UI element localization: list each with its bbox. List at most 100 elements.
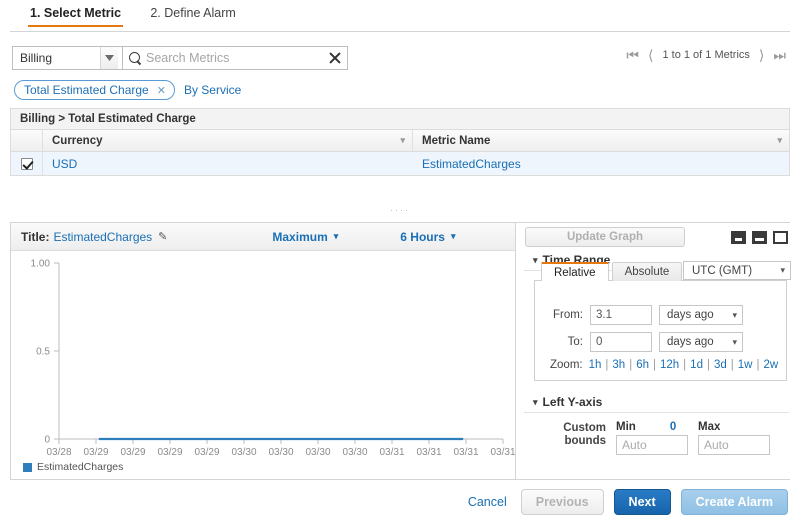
zoom-preset-6h[interactable]: 6h bbox=[636, 359, 649, 371]
first-page-icon[interactable]: ⏮ bbox=[626, 48, 639, 62]
svg-text:03/30: 03/30 bbox=[268, 447, 293, 458]
namespace-select[interactable]: Billing bbox=[12, 46, 122, 70]
left-y-axis-section-header[interactable]: ▾ Left Y-axis bbox=[524, 393, 790, 413]
to-input[interactable]: 0 bbox=[590, 332, 652, 352]
from-row: From: 3.1 days ago ▾ bbox=[543, 305, 778, 325]
table-row[interactable]: USD EstimatedCharges bbox=[10, 152, 790, 176]
min-bound-group: Min 0 Auto bbox=[616, 421, 688, 455]
timezone-select[interactable]: UTC (GMT) ▾ bbox=[683, 261, 791, 280]
zoom-separator: | bbox=[605, 359, 609, 371]
to-unit-select[interactable]: days ago ▾ bbox=[659, 332, 743, 352]
sort-arrow-icon[interactable]: ▾ bbox=[777, 135, 782, 146]
cell-currency[interactable]: USD bbox=[43, 157, 413, 171]
custom-bounds-row: Custom bounds Min 0 Auto Max Auto bbox=[516, 413, 797, 455]
layout-bottom-icon[interactable] bbox=[731, 230, 747, 244]
custom-bounds-label-line2: bounds bbox=[564, 435, 606, 447]
period-dropdown[interactable]: 6 Hours ▾ bbox=[400, 230, 455, 244]
zoom-preset-3h[interactable]: 3h bbox=[612, 359, 625, 371]
zoom-preset-12h[interactable]: 12h bbox=[660, 359, 679, 371]
prev-page-icon[interactable]: ⟨ bbox=[648, 48, 653, 62]
search-input-wrapper[interactable]: Search Metrics bbox=[122, 46, 348, 70]
custom-bounds-label: Custom bounds bbox=[550, 421, 606, 448]
pencil-icon[interactable]: ✎ bbox=[158, 230, 167, 243]
chevron-down-icon: ▾ bbox=[732, 309, 737, 320]
from-unit-select[interactable]: days ago ▾ bbox=[659, 305, 743, 325]
zoom-separator: | bbox=[629, 359, 633, 371]
svg-text:03/29: 03/29 bbox=[120, 447, 145, 458]
zoom-preset-2w[interactable]: 2w bbox=[763, 359, 778, 371]
drag-handle-icon: ···· bbox=[390, 205, 410, 215]
svg-text:03/31: 03/31 bbox=[453, 447, 478, 458]
search-icon bbox=[129, 51, 142, 65]
next-page-icon[interactable]: ⟩ bbox=[759, 48, 764, 62]
max-bound-header: Max bbox=[698, 421, 770, 433]
zoom-separator: | bbox=[652, 359, 656, 371]
breadcrumb: Billing > Total Estimated Charge bbox=[10, 108, 790, 130]
tab-relative[interactable]: Relative bbox=[541, 262, 609, 281]
panel-splitter[interactable]: ···· bbox=[10, 205, 790, 215]
chevron-down-icon: ▾ bbox=[533, 254, 538, 265]
layout-full-icon[interactable] bbox=[773, 230, 789, 244]
update-graph-button[interactable]: Update Graph bbox=[525, 227, 685, 247]
svg-text:03/30: 03/30 bbox=[305, 447, 330, 458]
previous-button[interactable]: Previous bbox=[520, 489, 604, 515]
zoom-separator: | bbox=[706, 359, 710, 371]
cancel-link[interactable]: Cancel bbox=[468, 495, 507, 509]
svg-text:03/29: 03/29 bbox=[157, 447, 182, 458]
cell-metric-name[interactable]: EstimatedCharges bbox=[413, 157, 789, 171]
chart-legend: EstimatedCharges bbox=[23, 461, 123, 473]
sort-arrow-icon[interactable]: ▾ bbox=[400, 135, 405, 146]
tab-select-metric[interactable]: 1. Select Metric bbox=[28, 0, 124, 27]
column-header-currency-label: Currency bbox=[52, 134, 103, 147]
chevron-down-icon: ▾ bbox=[333, 231, 339, 241]
from-input[interactable]: 3.1 bbox=[590, 305, 652, 325]
chart-title-value[interactable]: EstimatedCharges bbox=[53, 230, 152, 244]
min-bound-header: Min 0 bbox=[616, 421, 688, 433]
svg-text:03/30: 03/30 bbox=[342, 447, 367, 458]
min-bound-input[interactable]: Auto bbox=[616, 435, 688, 455]
zoom-separator: | bbox=[756, 359, 760, 371]
last-page-icon[interactable]: ⏭ bbox=[773, 48, 786, 62]
column-header-currency[interactable]: Currency ▾ bbox=[43, 130, 413, 151]
statistic-dropdown[interactable]: Maximum ▾ bbox=[272, 230, 338, 244]
legend-color-swatch bbox=[23, 462, 32, 472]
max-bound-input[interactable]: Auto bbox=[698, 435, 770, 455]
zoom-preset-3d[interactable]: 3d bbox=[714, 359, 727, 371]
pagination-label: 1 to 1 of 1 Metrics bbox=[662, 49, 750, 61]
svg-text:03/31: 03/31 bbox=[490, 447, 515, 458]
zoom-label: Zoom: bbox=[550, 359, 583, 371]
close-icon[interactable]: ✕ bbox=[157, 84, 166, 97]
layout-split-icon[interactable] bbox=[752, 230, 768, 244]
custom-bounds-label-line1: Custom bbox=[563, 422, 606, 434]
svg-text:1.00: 1.00 bbox=[31, 259, 51, 270]
update-graph-row: Update Graph bbox=[516, 223, 798, 251]
column-header-metric-name[interactable]: Metric Name ▾ bbox=[413, 130, 789, 151]
next-button[interactable]: Next bbox=[613, 489, 671, 515]
to-unit-value: days ago bbox=[667, 336, 714, 348]
to-row: To: 0 days ago ▾ bbox=[543, 332, 778, 352]
chevron-down-icon: ▾ bbox=[780, 265, 785, 275]
svg-text:03/29: 03/29 bbox=[194, 447, 219, 458]
chevron-down-icon bbox=[100, 47, 118, 69]
from-unit-value: days ago bbox=[667, 309, 714, 321]
zoom-preset-1w[interactable]: 1w bbox=[738, 359, 753, 371]
dimension-link-by-service[interactable]: By Service bbox=[184, 83, 241, 97]
time-range-box: Relative Absolute UTC (GMT) ▾ From: 3.1 … bbox=[534, 261, 791, 381]
estimated-charges-line-chart[interactable]: 1.00 0.5 003/28 03/29 03/29 03/29 03/29 03/30 03… bbox=[11, 251, 516, 480]
zoom-preset-1d[interactable]: 1d bbox=[690, 359, 703, 371]
min-label: Min bbox=[616, 421, 636, 433]
dimension-pill-total-estimated-charge[interactable]: Total Estimated Charge ✕ bbox=[14, 80, 175, 100]
svg-text:0: 0 bbox=[44, 435, 50, 446]
search-input[interactable]: Search Metrics bbox=[142, 51, 328, 65]
statistic-value: Maximum bbox=[272, 229, 328, 244]
clear-search-icon[interactable] bbox=[328, 51, 342, 65]
tab-absolute[interactable]: Absolute bbox=[611, 262, 683, 281]
dimension-filters: Total Estimated Charge ✕ By Service bbox=[14, 80, 241, 100]
row-checkbox[interactable] bbox=[20, 157, 33, 170]
zoom-preset-1h[interactable]: 1h bbox=[589, 359, 602, 371]
create-alarm-button[interactable]: Create Alarm bbox=[680, 489, 788, 515]
wizard-step-tabs: 1. Select Metric 2. Define Alarm bbox=[0, 0, 800, 31]
pagination-controls: ⏮ ⟨ 1 to 1 of 1 Metrics ⟩ ⏭ bbox=[626, 48, 786, 62]
tab-define-alarm[interactable]: 2. Define Alarm bbox=[148, 0, 237, 27]
chart-plot-area[interactable]: 1.00 0.5 0 03/28 03/29 03/29 03/29 03/29 03/30 03… bbox=[11, 251, 516, 480]
